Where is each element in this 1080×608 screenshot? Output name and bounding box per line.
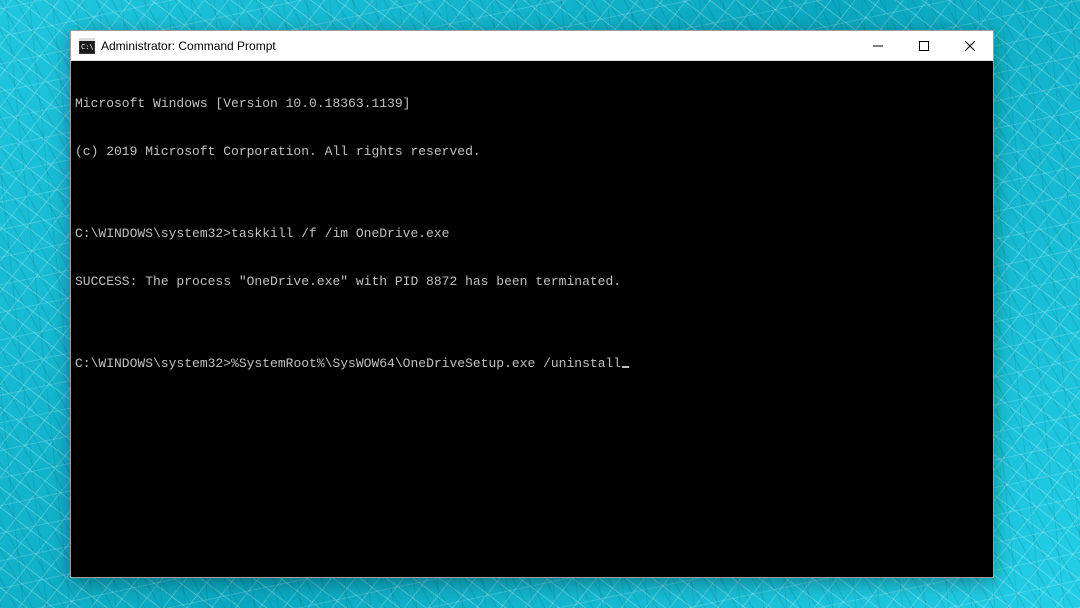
svg-text:C:\: C:\ [81, 43, 94, 51]
close-button[interactable] [947, 31, 993, 60]
maximize-button[interactable] [901, 31, 947, 60]
window-controls [855, 31, 993, 60]
terminal-line: (c) 2019 Microsoft Corporation. All righ… [75, 144, 989, 160]
command-prompt-window: C:\ Administrator: Command Prompt Micros… [70, 30, 994, 578]
terminal-current-line: C:\WINDOWS\system32>%SystemRoot%\SysWOW6… [75, 356, 989, 372]
terminal-line: SUCCESS: The process "OneDrive.exe" with… [75, 274, 989, 290]
cursor [622, 366, 629, 368]
prompt: C:\WINDOWS\system32> [75, 356, 231, 371]
titlebar[interactable]: C:\ Administrator: Command Prompt [71, 31, 993, 61]
terminal-line: Microsoft Windows [Version 10.0.18363.11… [75, 96, 989, 112]
minimize-button[interactable] [855, 31, 901, 60]
terminal-output[interactable]: Microsoft Windows [Version 10.0.18363.11… [71, 61, 993, 577]
terminal-line: C:\WINDOWS\system32>taskkill /f /im OneD… [75, 226, 989, 242]
command-input[interactable]: %SystemRoot%\SysWOW64\OneDriveSetup.exe … [231, 356, 621, 371]
window-title: Administrator: Command Prompt [101, 39, 855, 53]
cmd-icon: C:\ [79, 38, 95, 54]
